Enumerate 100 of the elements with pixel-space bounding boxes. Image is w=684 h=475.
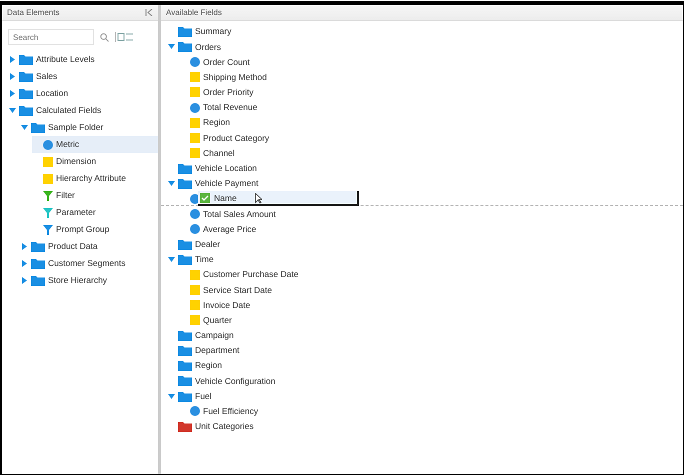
tree-row[interactable]: Region — [179, 115, 230, 130]
tree-row[interactable]: Total Sales Amount — [179, 206, 276, 222]
panel-title: Available Fields — [166, 8, 222, 17]
tree-item-label: Total Sales Amount — [203, 210, 276, 218]
folder-icon — [31, 122, 45, 133]
square-icon — [190, 87, 200, 98]
tree-row[interactable]: Vehicle Configuration — [167, 373, 276, 388]
collapse-panel-icon[interactable] — [145, 9, 153, 16]
tree-row[interactable]: Calculated Fields — [8, 102, 158, 119]
tree-item-label: Fuel — [195, 392, 212, 400]
search-icon[interactable] — [100, 32, 109, 42]
tree-item-label: Channel — [203, 148, 235, 158]
tree-row[interactable]: Metric — [32, 136, 158, 153]
tree-row[interactable]: Fuel Efficiency — [179, 404, 258, 419]
expanded-caret-icon[interactable] — [8, 108, 16, 113]
tree-row[interactable]: Dealer — [167, 236, 220, 252]
tree-item-label: Fuel Efficiency — [203, 407, 258, 416]
tree-row[interactable]: Fuel — [167, 388, 212, 404]
tree-row[interactable]: Hierarchy Attribute — [32, 170, 158, 187]
tree-row[interactable]: Filter — [32, 187, 158, 204]
tree-row[interactable]: Store Hierarchy — [20, 272, 158, 289]
collapsed-caret-icon[interactable] — [22, 243, 26, 250]
tree-item-label: Quarter — [203, 316, 232, 324]
layout-toggle-icon[interactable] — [115, 32, 133, 42]
expanded-caret-icon[interactable] — [168, 394, 174, 399]
tree-row[interactable]: Service Start Date — [179, 282, 272, 298]
tree-row[interactable]: Order Count — [179, 54, 250, 70]
folder-icon — [178, 330, 192, 341]
square-icon — [190, 270, 200, 280]
square-icon — [190, 148, 200, 158]
tree-row[interactable]: Sales — [8, 68, 158, 85]
folder-icon — [178, 345, 192, 356]
tree-item-label: Location — [36, 89, 68, 98]
tree-row[interactable]: Unit Categories — [167, 418, 254, 434]
tree-item-label: Region — [195, 361, 222, 370]
tree-row[interactable]: Summary — [167, 24, 232, 40]
tree-row[interactable]: Product Category — [179, 130, 270, 146]
tree-row[interactable]: Prompt Group — [32, 221, 158, 238]
collapsed-caret-icon[interactable] — [10, 90, 14, 97]
tree-row[interactable]: Sample Folder — [20, 119, 158, 136]
expanded-caret-icon[interactable] — [168, 256, 174, 262]
tree-item-label: Service Start Date — [203, 286, 272, 294]
square-icon — [190, 132, 200, 143]
tree-row[interactable]: Vehicle Payment — [167, 176, 258, 192]
tree-row[interactable]: Customer Purchase Date — [179, 267, 298, 282]
tree-row[interactable]: Product Data — [20, 238, 158, 255]
tree-item-label: Campaign — [195, 331, 234, 340]
tree-item-label: Sales — [36, 72, 58, 81]
tree-item-label: Department — [195, 346, 240, 355]
tree-item-label: Customer Segments — [48, 259, 126, 268]
collapsed-caret-icon[interactable] — [22, 260, 26, 267]
tree-item-label: Shipping Method — [203, 72, 267, 82]
tree-row[interactable]: Average Price — [179, 221, 256, 237]
folder-icon — [178, 26, 192, 38]
search-field[interactable]: Search — [8, 29, 94, 45]
tree-item-label: Vehicle Location — [195, 164, 257, 173]
tree-item-label: Metric — [56, 140, 80, 149]
tree-row[interactable]: Region — [167, 358, 222, 374]
tree-item-label: Dealer — [195, 240, 220, 248]
square-icon — [190, 300, 200, 310]
collapsed-caret-icon[interactable] — [22, 277, 26, 284]
collapsed-caret-icon[interactable] — [10, 73, 14, 80]
tree-item-label: Store Hierarchy — [48, 276, 108, 285]
cursor-icon — [255, 193, 262, 204]
circle-icon — [190, 224, 200, 234]
tree-item-label: Hierarchy Attribute — [56, 174, 126, 183]
tree-row[interactable]: Quarter — [179, 312, 232, 328]
expanded-caret-icon[interactable] — [20, 125, 28, 130]
tree-item-label: Product Category — [203, 134, 270, 142]
circle-icon — [190, 102, 200, 113]
tree-row[interactable]: Order Priority — [179, 84, 254, 100]
tree-item-label: Order Priority — [203, 88, 254, 97]
collapsed-caret-icon[interactable] — [10, 56, 14, 63]
tree-row[interactable]: Shipping Method — [179, 70, 267, 85]
panel-title: Data Elements — [7, 8, 60, 17]
tree-item-label: Dimension — [56, 157, 96, 166]
tree-row[interactable]: Attribute Levels — [8, 51, 158, 68]
expanded-caret-icon[interactable] — [168, 44, 174, 50]
tree-row[interactable]: Department — [167, 342, 240, 358]
tree-row[interactable]: Vehicle Location — [167, 160, 257, 176]
tree-row[interactable]: Dimension — [32, 153, 158, 170]
tree-row[interactable]: Total Revenue — [179, 100, 258, 116]
tree-item-label: Parameter — [56, 208, 96, 217]
tree-row[interactable]: Invoice Date — [179, 297, 250, 313]
tree-row[interactable]: Orders — [167, 39, 221, 54]
expanded-caret-icon[interactable] — [168, 180, 174, 186]
tree-item-label: Invoice Date — [203, 300, 250, 310]
tree-row[interactable]: Customer Segments — [20, 255, 158, 272]
square-icon — [190, 72, 200, 82]
tree-row[interactable]: Channel — [179, 146, 235, 161]
tree-item-label: Unit Categories — [195, 422, 254, 431]
tree-row[interactable]: Location — [8, 85, 158, 102]
circle-icon — [190, 406, 200, 416]
tree-row[interactable]: Parameter — [32, 204, 158, 221]
drag-preview[interactable]: Name — [198, 191, 359, 206]
tree-row[interactable]: Time — [167, 252, 214, 267]
folder-icon — [178, 390, 192, 402]
folder-icon — [19, 54, 33, 65]
tree-item-label: Time — [195, 255, 214, 264]
tree-row[interactable]: Campaign — [167, 328, 234, 343]
